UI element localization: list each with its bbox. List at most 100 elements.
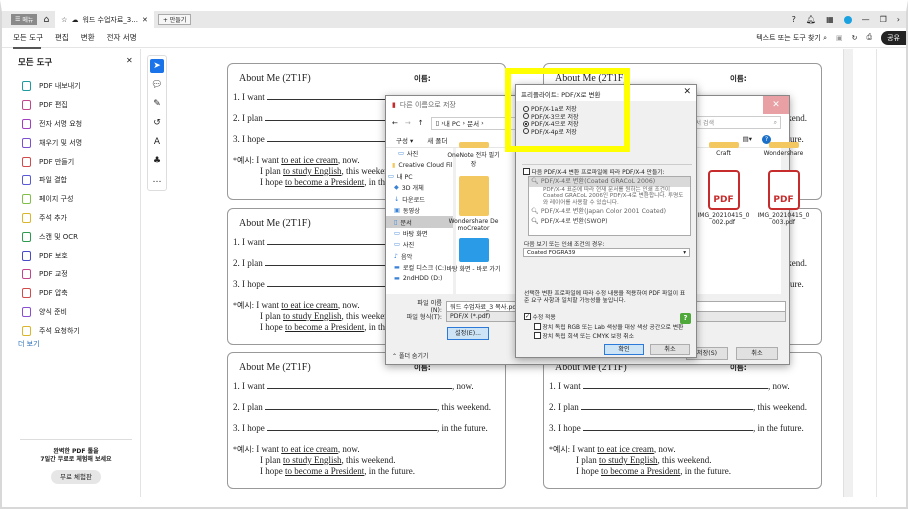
- answer-blank[interactable]: [265, 402, 437, 410]
- text-tool-icon[interactable]: A: [150, 135, 164, 149]
- tool-item[interactable]: 주석 요청하기: [22, 321, 82, 340]
- answer-blank[interactable]: [267, 381, 452, 389]
- bell-icon[interactable]: 🔔︎: [806, 15, 816, 24]
- profile-checkbox[interactable]: [523, 168, 530, 175]
- file-item[interactable]: 바탕 화면 - 바로 가기: [446, 238, 501, 273]
- suboption-row[interactable]: 장치 독립 회색 또는 CMYK 보정 취소: [534, 331, 634, 340]
- apply-fix-row[interactable]: ✓ 수정 적용: [524, 312, 556, 321]
- back-icon[interactable]: ←: [392, 119, 398, 127]
- tool-item[interactable]: 양식 준비: [22, 303, 82, 322]
- answer-blank[interactable]: [267, 423, 437, 431]
- settings-button[interactable]: 설정(E)...: [447, 327, 489, 340]
- tree-item[interactable]: ♪ 음악: [386, 251, 453, 262]
- tool-item[interactable]: PDF 만들기: [22, 152, 82, 171]
- tool-item[interactable]: PDF 내보내기: [22, 77, 82, 96]
- folder-search-input[interactable]: 문서 검색 ⌕: [686, 116, 781, 129]
- new-folder-button[interactable]: 새 폴더: [427, 135, 447, 145]
- tree-item[interactable]: ▭ 사진: [386, 239, 453, 250]
- tree-item[interactable]: ▭ 사진: [386, 148, 453, 159]
- answer-blank[interactable]: [583, 423, 753, 431]
- profile-item[interactable]: 🔍︎ PDF/X-4로 변환(Japan Color 2001 Coated): [529, 207, 690, 217]
- file-item[interactable]: Wondershare DemoCreator: [446, 176, 501, 232]
- condition-select[interactable]: Coated FOGRA39 ▾: [523, 248, 690, 257]
- ok-button[interactable]: 확인: [604, 344, 644, 355]
- tree-item[interactable]: ▣ 동영상: [386, 205, 453, 216]
- file-item[interactable]: PDF IMG_20210415_0003.pdf: [756, 170, 811, 226]
- more-tools-icon[interactable]: …: [150, 173, 164, 187]
- share-button[interactable]: 공유: [881, 30, 906, 45]
- tool-item[interactable]: PDF 압축: [22, 284, 82, 303]
- save-dialog-close-icon[interactable]: ✕: [763, 96, 789, 114]
- tree-item[interactable]: ▭ 내 PC: [386, 171, 453, 182]
- nav-all-tools[interactable]: 모든 도구: [13, 32, 43, 43]
- forward-icon[interactable]: →: [405, 119, 411, 127]
- menu-button[interactable]: ☰ 메뉴: [11, 14, 38, 25]
- profile-item[interactable]: 🔍︎ PDF/X-4로 변환(SWOP): [529, 217, 690, 227]
- up-icon[interactable]: ↑: [418, 119, 424, 127]
- avatar[interactable]: [843, 15, 852, 24]
- tool-item[interactable]: 전자 서명 요청: [22, 115, 82, 134]
- cancel-button[interactable]: 취소: [736, 347, 778, 360]
- tree-item[interactable]: ↓ 다운로드: [386, 194, 453, 205]
- tool-item[interactable]: 페이지 구성: [22, 190, 82, 209]
- print-icon[interactable]: ⎙: [867, 33, 873, 42]
- close-tab-icon[interactable]: ✕: [142, 16, 148, 24]
- pdfx-close-icon[interactable]: ✕: [683, 87, 691, 97]
- close-window-icon[interactable]: ›: [897, 15, 900, 24]
- lasso-tool-icon[interactable]: ↺: [150, 116, 164, 130]
- tree-item[interactable]: ▭ 바탕 화면: [386, 228, 453, 239]
- more-link[interactable]: 더 보기: [18, 339, 40, 349]
- home-icon[interactable]: ⌂: [43, 15, 49, 25]
- hide-folders-toggle[interactable]: ⌃ 폴더 숨기기: [392, 351, 428, 360]
- new-tab-button[interactable]: + 만들기: [157, 14, 192, 25]
- answer-blank[interactable]: [581, 402, 753, 410]
- answer-blank[interactable]: [583, 381, 768, 389]
- nav-esign[interactable]: 전자 서명: [107, 32, 137, 43]
- tool-item[interactable]: 채우기 및 서명: [22, 133, 82, 152]
- document-tab[interactable]: ☆ ☁ 워드 수업자료_3... ✕: [55, 11, 154, 28]
- close-panel-icon[interactable]: ✕: [126, 56, 133, 65]
- save-icon[interactable]: ▣: [836, 34, 843, 42]
- tree-item[interactable]: ▬ 로컬 디스크 (C:): [386, 262, 453, 273]
- help-icon[interactable]: ?: [792, 15, 796, 24]
- comment-tool-icon[interactable]: 💬︎: [150, 78, 164, 92]
- path-segment[interactable]: 문서: [467, 118, 479, 128]
- suboption-checkbox[interactable]: [534, 323, 541, 330]
- nav-convert[interactable]: 변환: [81, 32, 95, 43]
- file-item[interactable]: OneNote 전자 필기장: [446, 142, 501, 168]
- tool-item[interactable]: 파일 결합: [22, 171, 82, 190]
- tool-item[interactable]: PDF 편집: [22, 96, 82, 115]
- help-icon[interactable]: ?: [680, 313, 691, 324]
- profile-list[interactable]: 🔍︎ PDF/X-4로 변환(Coated GRACoL 2006) PDF/X…: [528, 176, 691, 236]
- select-tool-icon[interactable]: ➤: [150, 59, 164, 73]
- tree-item[interactable]: ▮ Creative Cloud Fil: [386, 159, 453, 170]
- restore-icon[interactable]: ❐: [880, 15, 887, 24]
- stamp-tool-icon[interactable]: ♣: [150, 154, 164, 168]
- file-item[interactable]: Craft: [696, 142, 751, 157]
- tree-item[interactable]: ▯ 문서: [386, 216, 453, 228]
- tree-item[interactable]: ▬ 2ndHDD (D:): [386, 273, 453, 284]
- suboption-row[interactable]: 장치 독립 RGB 또는 Lab 색상을 대상 색상 공간으로 변환: [534, 322, 683, 331]
- profile-item[interactable]: 🔍︎ PDF/X-4로 변환(Coated GRACoL 2006): [529, 177, 690, 187]
- free-trial-button[interactable]: 무료 체험판: [51, 470, 101, 484]
- profile-checkbox-row[interactable]: 다음 PDF/X-4 변환 프로파일에 따라 PDF/X-4 만들기:: [523, 167, 665, 176]
- tool-item[interactable]: 주석 추가: [22, 209, 82, 228]
- file-item[interactable]: PDF IMG_20210415_0002.pdf: [696, 170, 751, 226]
- tool-item[interactable]: PDF 보호: [22, 246, 82, 265]
- tool-item[interactable]: PDF 교정: [22, 265, 82, 284]
- apply-fix-checkbox[interactable]: ✓: [524, 313, 531, 320]
- path-segment[interactable]: 내 PC: [444, 118, 461, 128]
- tool-item[interactable]: 스캔 및 OCR: [22, 227, 82, 246]
- file-item[interactable]: Wondershare: [756, 142, 811, 157]
- find-tools-button[interactable]: 텍스트 또는 도구 찾기 ⌕: [756, 33, 827, 43]
- pen-tool-icon[interactable]: ✎: [150, 97, 164, 111]
- pdfx-cancel-button[interactable]: 취소: [650, 344, 690, 355]
- suboption-checkbox[interactable]: [534, 332, 541, 339]
- star-icon[interactable]: ☆: [61, 16, 67, 24]
- apps-icon[interactable]: ▦: [826, 15, 834, 24]
- organize-button[interactable]: 구성 ▾: [396, 135, 413, 145]
- document-scrollbar[interactable]: [843, 49, 853, 497]
- sync-icon[interactable]: ↻: [852, 34, 858, 42]
- minimize-icon[interactable]: —: [862, 15, 870, 24]
- tree-item[interactable]: ◆ 3D 개체: [386, 182, 453, 193]
